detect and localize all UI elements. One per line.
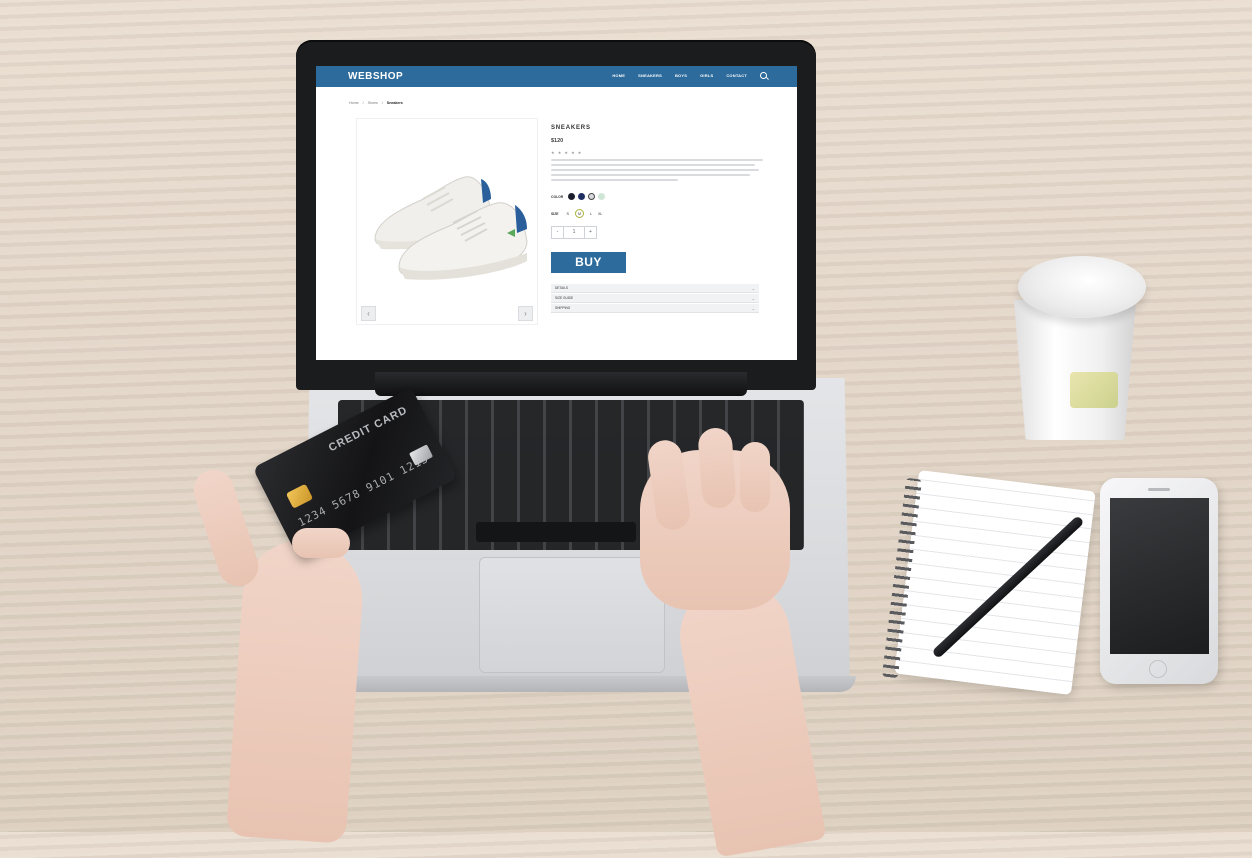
right-finger [740,442,770,512]
size-option-s[interactable]: S [567,212,569,216]
spacebar-key [476,522,636,542]
buy-button[interactable]: BUY [551,252,626,273]
rating-stars: ★ ★ ★ ★ ★ [551,150,583,155]
color-selector: COLOR [551,193,606,200]
breadcrumb-separator: / [362,101,364,105]
size-option-m[interactable]: M [574,209,584,218]
right-finger [697,426,737,510]
phone-home-button [1149,660,1167,678]
product-price: $120 [551,138,564,144]
chevron-down-icon: ⌄ [751,305,755,311]
accordion-label: DETAILS [555,286,569,290]
notebook [894,469,1096,696]
size-selector: SIZE S M L XL [551,209,602,218]
quantity-input[interactable]: 1 [563,226,585,239]
product-description [551,159,763,184]
quantity-stepper: - 1 + [551,226,597,239]
product-accordion: DETAILS ⌄ SIZE GUIDE ⌄ SHIPPING ⌄ [551,284,759,314]
color-swatch-gray[interactable] [588,193,596,200]
trackpad [479,557,665,673]
size-label: SIZE [551,211,559,216]
laptop-hinge [375,372,747,396]
cup-lid [1018,256,1146,318]
accordion-item-details[interactable]: DETAILS ⌄ [551,284,759,293]
breadcrumb-current: Sneakers [386,101,403,105]
breadcrumb: Home / Shoes / Sneakers [349,101,403,105]
accordion-label: SIZE GUIDE [555,296,574,300]
breadcrumb-separator: / [381,101,383,105]
accordion-item-size-guide[interactable]: SIZE GUIDE ⌄ [551,294,759,303]
color-label: COLOR [551,194,564,199]
chevron-down-icon: ⌄ [751,295,755,301]
sneakers-image [374,176,528,280]
color-swatch-black[interactable] [568,193,576,200]
laptop-screen: WEBSHOP HOME SNEAKERS BOYS GIRLS CONTACT… [316,66,797,360]
breadcrumb-home[interactable]: Home [349,101,359,105]
cup-label [1070,372,1118,408]
gallery-prev-button[interactable]: ‹ [361,306,376,321]
product-info: SNEAKERS $120 ★ ★ ★ ★ ★ COLOR SIZE S M L… [551,66,766,360]
accordion-label: SHIPPING [555,306,571,310]
size-option-l[interactable]: L [590,212,592,216]
card-chip [285,483,314,509]
brand-logo[interactable]: WEBSHOP [348,71,403,82]
gallery-next-button[interactable]: › [518,306,533,321]
coffee-cup [1013,300,1137,440]
chevron-down-icon: ⌄ [751,285,755,291]
size-option-xl[interactable]: XL [598,212,602,216]
quantity-plus-button[interactable]: + [584,226,597,239]
color-swatch-mint[interactable] [598,193,606,200]
phone-screen [1110,498,1209,654]
accordion-item-shipping[interactable]: SHIPPING ⌄ [551,304,759,313]
left-thumb [188,464,264,592]
color-swatch-navy[interactable] [578,193,586,200]
product-gallery: ‹ › [356,118,538,325]
breadcrumb-shoes[interactable]: Shoes [368,101,378,105]
product-title: SNEAKERS [551,125,591,131]
phone-speaker [1148,488,1170,491]
left-finger [292,528,350,558]
